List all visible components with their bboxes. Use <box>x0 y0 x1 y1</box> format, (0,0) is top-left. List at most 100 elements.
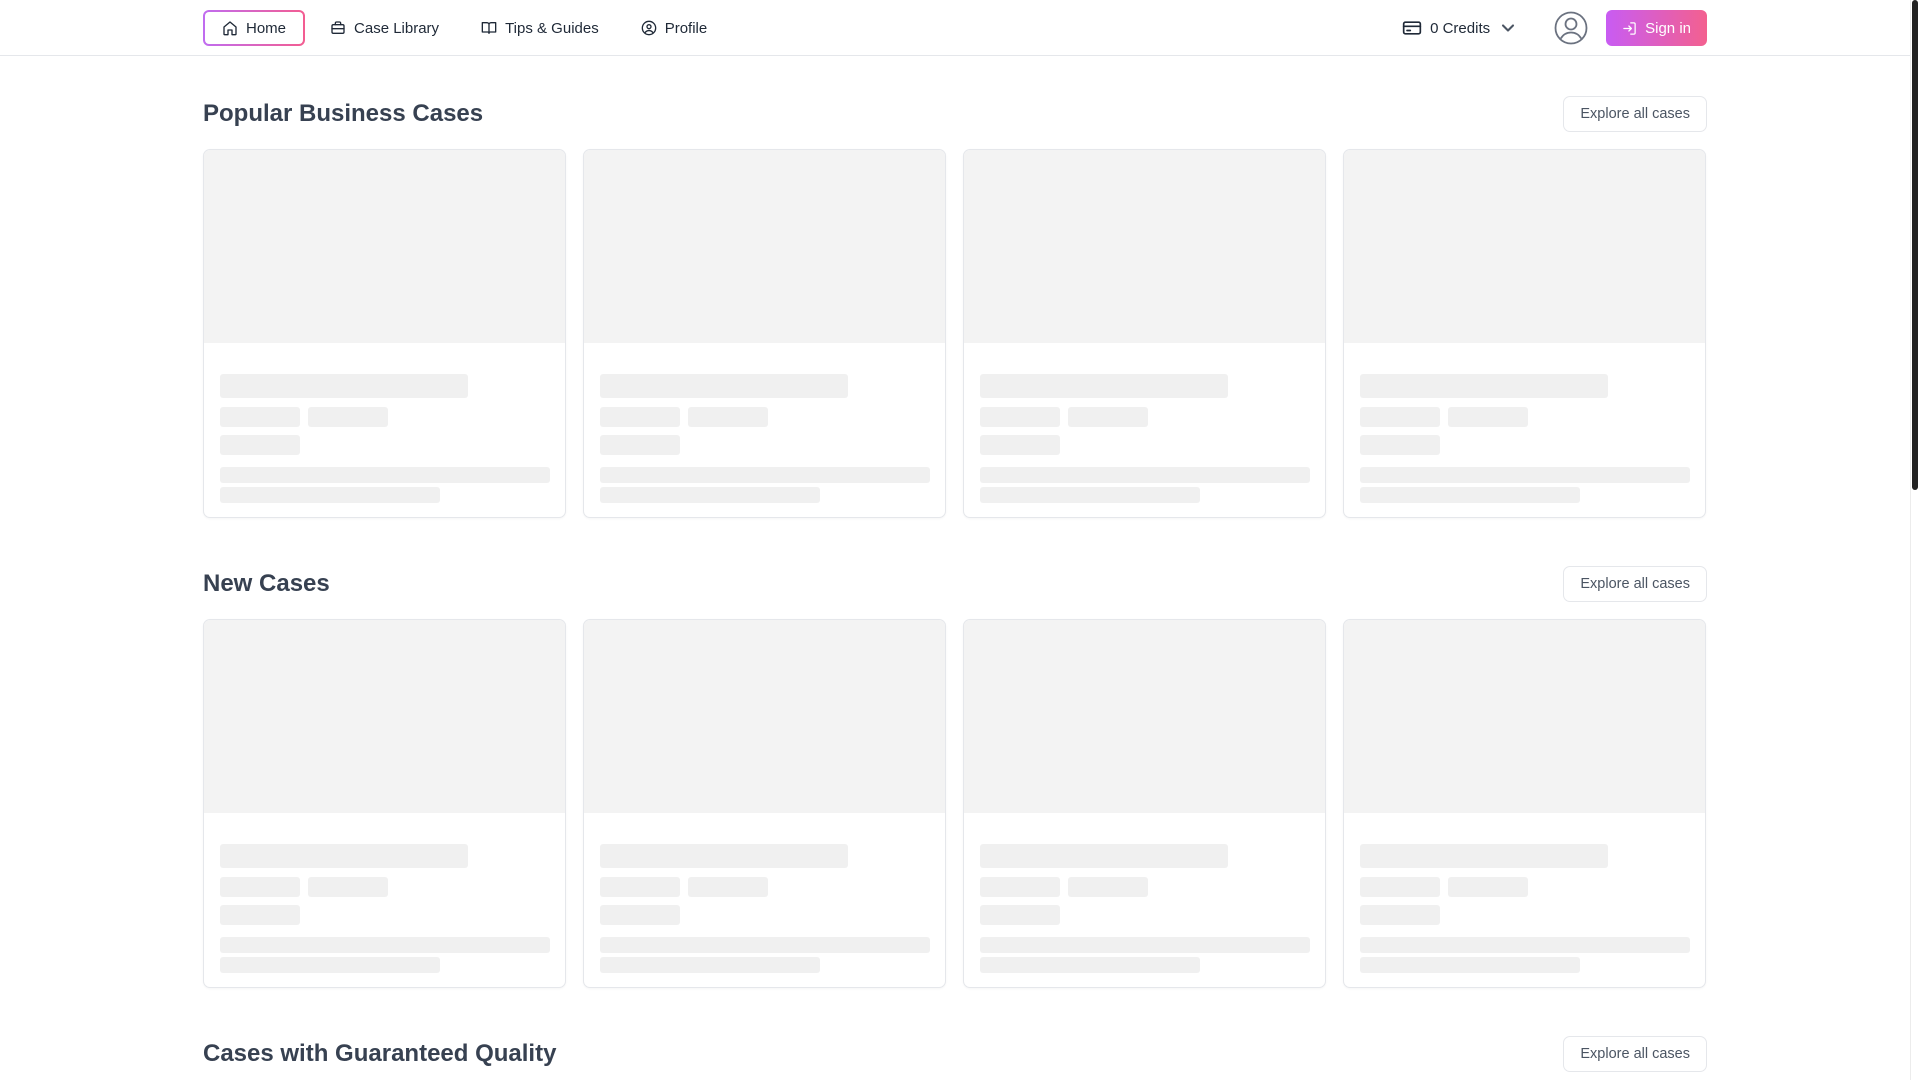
skeleton-line <box>220 374 468 398</box>
skeleton-line <box>220 435 300 455</box>
nav-item-home[interactable]: Home <box>203 10 305 46</box>
explore-all-cases-button[interactable]: Explore all cases <box>1563 566 1707 602</box>
skeleton-line <box>1448 407 1528 427</box>
skeleton-line <box>220 467 550 483</box>
skeleton-line <box>220 844 468 868</box>
skeleton-line <box>220 407 300 427</box>
skeleton-line <box>220 957 440 973</box>
skeleton-line <box>980 435 1060 455</box>
skeleton-line <box>1360 844 1608 868</box>
skeleton-line <box>1448 877 1528 897</box>
credit-card-icon <box>1402 21 1422 35</box>
skeleton-line <box>688 877 768 897</box>
card-image-placeholder <box>584 150 945 343</box>
section-header: New Cases Explore all cases <box>203 566 1707 606</box>
skeleton-line <box>980 467 1310 483</box>
skeleton-line <box>220 905 300 925</box>
case-card-skeleton[interactable] <box>583 619 946 988</box>
section-header: Cases with Guaranteed Quality Explore al… <box>203 1036 1707 1076</box>
card-grid <box>203 149 1706 518</box>
book-icon <box>481 20 497 36</box>
section-header: Popular Business Cases Explore all cases <box>203 96 1707 136</box>
nav-item-label: Tips & Guides <box>505 19 599 37</box>
skeleton-line <box>980 957 1200 973</box>
credits-dropdown[interactable]: 0 Credits <box>1402 18 1518 38</box>
main-nav: Home Case Library Tips & Guides Profile <box>203 10 724 46</box>
skeleton-line <box>980 877 1060 897</box>
skeleton-line <box>1360 407 1440 427</box>
card-image-placeholder <box>204 620 565 813</box>
card-image-placeholder <box>964 150 1325 343</box>
case-card-skeleton[interactable] <box>583 149 946 518</box>
section-title: Cases with Guaranteed Quality <box>203 1040 557 1067</box>
header-actions: 0 Credits Sign in <box>1402 10 1707 46</box>
user-circle-icon <box>641 20 657 36</box>
case-card-skeleton[interactable] <box>963 149 1326 518</box>
sign-in-label: Sign in <box>1645 19 1691 37</box>
home-icon <box>222 20 238 36</box>
section-popular-business-cases: Popular Business Cases Explore all cases <box>203 96 1707 518</box>
avatar-icon[interactable] <box>1554 11 1588 45</box>
section-new-cases: New Cases Explore all cases <box>203 566 1707 988</box>
nav-item-label: Case Library <box>354 19 440 37</box>
skeleton-line <box>600 435 680 455</box>
skeleton-line <box>600 905 680 925</box>
skeleton-line <box>1360 957 1580 973</box>
case-card-skeleton[interactable] <box>1343 149 1706 518</box>
nav-item-profile[interactable]: Profile <box>624 10 725 46</box>
skeleton-line <box>220 937 550 953</box>
skeleton-line <box>1360 487 1580 503</box>
skeleton-line <box>1360 905 1440 925</box>
skeleton-line <box>1360 374 1608 398</box>
briefcase-icon <box>330 20 346 36</box>
case-card-skeleton[interactable] <box>1343 619 1706 988</box>
skeleton-line <box>1068 407 1148 427</box>
sign-in-button[interactable]: Sign in <box>1606 10 1707 46</box>
nav-item-label: Home <box>246 19 287 37</box>
skeleton-line <box>980 487 1200 503</box>
skeleton-line <box>1360 435 1440 455</box>
scrollbar[interactable] <box>1910 0 1920 1080</box>
card-image-placeholder <box>1344 150 1705 343</box>
card-grid <box>203 619 1706 988</box>
skeleton-line <box>600 407 680 427</box>
scrollbar-thumb[interactable] <box>1912 0 1918 490</box>
skeleton-line <box>980 844 1228 868</box>
skeleton-line <box>1360 467 1690 483</box>
skeleton-line <box>1068 877 1148 897</box>
card-image-placeholder <box>584 620 945 813</box>
skeleton-line <box>308 877 388 897</box>
skeleton-line <box>1360 937 1690 953</box>
credits-label: 0 Credits <box>1430 19 1491 37</box>
sign-in-icon <box>1623 21 1636 35</box>
nav-item-label: Profile <box>664 19 708 37</box>
chevron-down-icon <box>1502 24 1515 32</box>
skeleton-line <box>600 467 930 483</box>
skeleton-line <box>600 957 820 973</box>
skeleton-line <box>980 374 1228 398</box>
nav-item-tips-guides[interactable]: Tips & Guides <box>464 10 616 46</box>
card-image-placeholder <box>204 150 565 343</box>
section-guaranteed-quality-cases: Cases with Guaranteed Quality Explore al… <box>203 1036 1707 1076</box>
case-card-skeleton[interactable] <box>203 619 566 988</box>
nav-item-case-library[interactable]: Case Library <box>313 10 456 46</box>
skeleton-line <box>980 407 1060 427</box>
explore-all-cases-button[interactable]: Explore all cases <box>1563 1036 1707 1072</box>
skeleton-line <box>600 844 848 868</box>
skeleton-line <box>308 407 388 427</box>
card-image-placeholder <box>964 620 1325 813</box>
skeleton-line <box>688 407 768 427</box>
section-title: Popular Business Cases <box>203 100 484 127</box>
top-navigation-bar: Home Case Library Tips & Guides Profile … <box>0 0 1910 56</box>
section-title: New Cases <box>203 570 330 597</box>
card-image-placeholder <box>1344 620 1705 813</box>
skeleton-line <box>220 877 300 897</box>
explore-all-cases-button[interactable]: Explore all cases <box>1563 96 1707 132</box>
skeleton-line <box>220 487 440 503</box>
skeleton-line <box>600 487 820 503</box>
case-card-skeleton[interactable] <box>963 619 1326 988</box>
case-card-skeleton[interactable] <box>203 149 566 518</box>
skeleton-line <box>600 374 848 398</box>
skeleton-line <box>600 937 930 953</box>
skeleton-line <box>1360 877 1440 897</box>
